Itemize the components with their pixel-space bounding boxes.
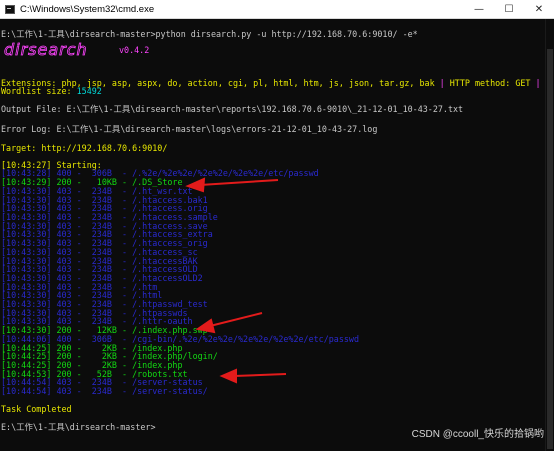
minimize-button[interactable]: — — [464, 0, 494, 18]
console-line-prompt2: E:\工作\1-工具\dirsearch-master> — [1, 422, 156, 432]
vertical-scrollbar[interactable] — [545, 19, 554, 451]
close-button[interactable]: ✕ — [524, 0, 554, 18]
cmd-icon — [5, 4, 15, 14]
logo-text: dirsearch — [4, 41, 88, 59]
window-title: C:\Windows\System32\cmd.exe — [20, 3, 155, 15]
console-line-target: Target: http://192.168.70.6:9010/ — [1, 143, 167, 153]
console-text: Error Log: E:\工作\1-工具\dirsearch-master\l… — [1, 124, 378, 134]
console-line-r26: [10:44:54] 403 - 234B - /server-status/ — [1, 386, 208, 396]
console-text: Wordlist size: — [1, 86, 77, 96]
title-bar[interactable]: C:\Windows\System32\cmd.exe — ☐ ✕ — [0, 0, 554, 19]
console-line-wordlist: Wordlist size: 15492 — [1, 86, 102, 96]
console-text: E:\工作\1-工具\dirsearch-master>python dirse… — [1, 29, 418, 39]
console-text: [10:44:54] 403 - 234B - /server-status/ — [1, 386, 208, 396]
console-text: | — [439, 78, 450, 88]
console-text: Target: http://192.168.70.6:9010/ — [1, 143, 168, 153]
maximize-button[interactable]: ☐ — [494, 0, 524, 18]
window-controls: — ☐ ✕ — [464, 0, 554, 18]
csdn-watermark: CSDN @ccooll_快乐的拾锅哟 — [411, 429, 544, 440]
console-output[interactable]: dirsearch v0.4.2 E:\工作\1-工具\dirsearch-ma… — [0, 19, 554, 451]
console-line-completed: Task Completed — [1, 404, 72, 414]
cmd-window: C:\Windows\System32\cmd.exe — ☐ ✕ dirsea… — [0, 0, 554, 451]
version-label: v0.4.2 — [119, 45, 150, 55]
dirsearch-logo: dirsearch — [4, 41, 88, 59]
console-line-prompt1: E:\工作\1-工具\dirsearch-master>python dirse… — [1, 29, 418, 39]
console-text: Task Completed — [1, 404, 72, 414]
scrollbar-thumb[interactable] — [547, 49, 553, 449]
console-text: 15492 — [76, 86, 102, 96]
console-line-output: Output File: E:\工作\1-工具\dirsearch-master… — [1, 104, 463, 114]
console-text: HTTP method: GET — [449, 78, 536, 88]
console-text: Output File: E:\工作\1-工具\dirsearch-master… — [1, 104, 464, 114]
console-line-errorlog: Error Log: E:\工作\1-工具\dirsearch-master\l… — [1, 124, 377, 134]
console-text: E:\工作\1-工具\dirsearch-master> — [1, 422, 156, 432]
